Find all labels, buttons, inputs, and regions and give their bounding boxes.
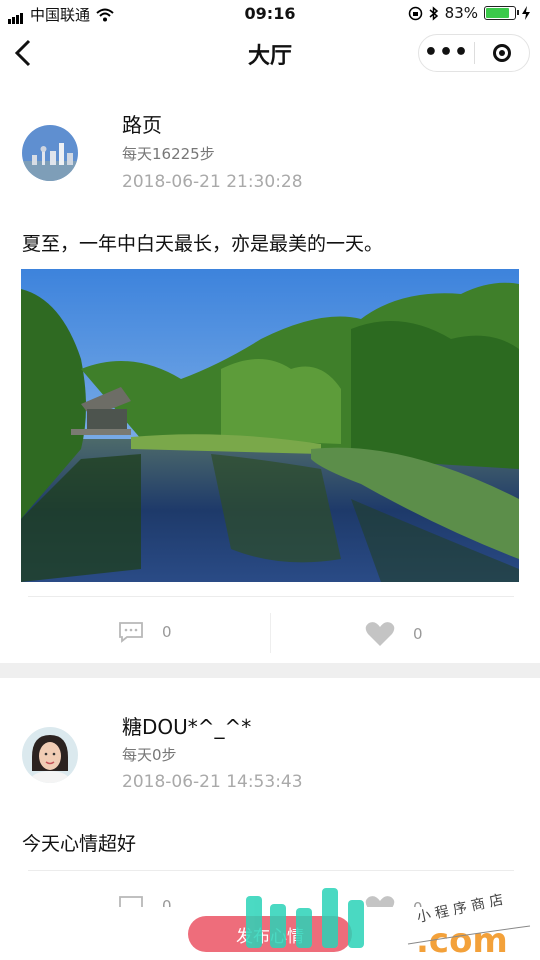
like-count: 0 [413, 899, 423, 907]
more-button[interactable]: ••• [419, 42, 474, 64]
rotation-lock-icon [408, 6, 422, 20]
like-button[interactable]: 0 [365, 895, 423, 907]
comment-button[interactable]: 0 [118, 621, 172, 643]
post-content: 夏至，一年中白天最长，亦是最美的一天。 [22, 233, 384, 255]
user-name[interactable]: 路页 [122, 109, 162, 138]
heart-icon [365, 896, 395, 907]
bluetooth-icon [429, 5, 438, 21]
step-count: 每天16225步 [122, 145, 215, 163]
post-divider [28, 596, 514, 597]
mini-program-capsule: ••• [418, 34, 530, 72]
record-icon [492, 44, 511, 62]
post-time: 2018-06-21 21:30:28 [122, 172, 303, 192]
comment-count: 0 [162, 897, 172, 907]
status-right: 83% [408, 4, 530, 22]
lake-photo-image [21, 269, 519, 582]
post-actions: 0 0 [0, 877, 540, 907]
post-divider [28, 870, 514, 871]
battery-icon [484, 6, 519, 20]
heart-icon [365, 622, 395, 646]
avatar-person-image [22, 727, 78, 783]
post-separator-band [0, 663, 540, 678]
action-separator [270, 613, 271, 653]
status-bar: 中国联通 09:16 83% [0, 0, 540, 28]
comment-count: 0 [162, 623, 172, 641]
avatar[interactable] [22, 125, 78, 181]
comment-icon [119, 622, 143, 643]
avatar[interactable] [22, 727, 78, 783]
step-count: 每天0步 [122, 746, 177, 764]
like-button[interactable]: 0 [365, 621, 423, 647]
navigation-bar: 大厅 ••• [0, 28, 540, 80]
post-photo[interactable] [21, 269, 519, 582]
comment-icon [119, 896, 143, 907]
close-button[interactable] [475, 44, 529, 62]
svg-text:.com: .com [416, 921, 508, 960]
like-count: 0 [413, 625, 423, 643]
user-name[interactable]: 糖DOU*^_^* [122, 711, 251, 740]
post-time: 2018-06-21 14:53:43 [122, 772, 303, 792]
post-actions: 0 0 [0, 603, 540, 663]
battery-percent: 83% [444, 4, 478, 22]
avatar-city-image [22, 125, 78, 181]
charging-icon [522, 6, 530, 20]
post-content: 今天心情超好 [22, 833, 137, 855]
comment-button[interactable]: 0 [118, 895, 172, 907]
publish-mood-button[interactable]: 发布心情 [188, 916, 352, 952]
